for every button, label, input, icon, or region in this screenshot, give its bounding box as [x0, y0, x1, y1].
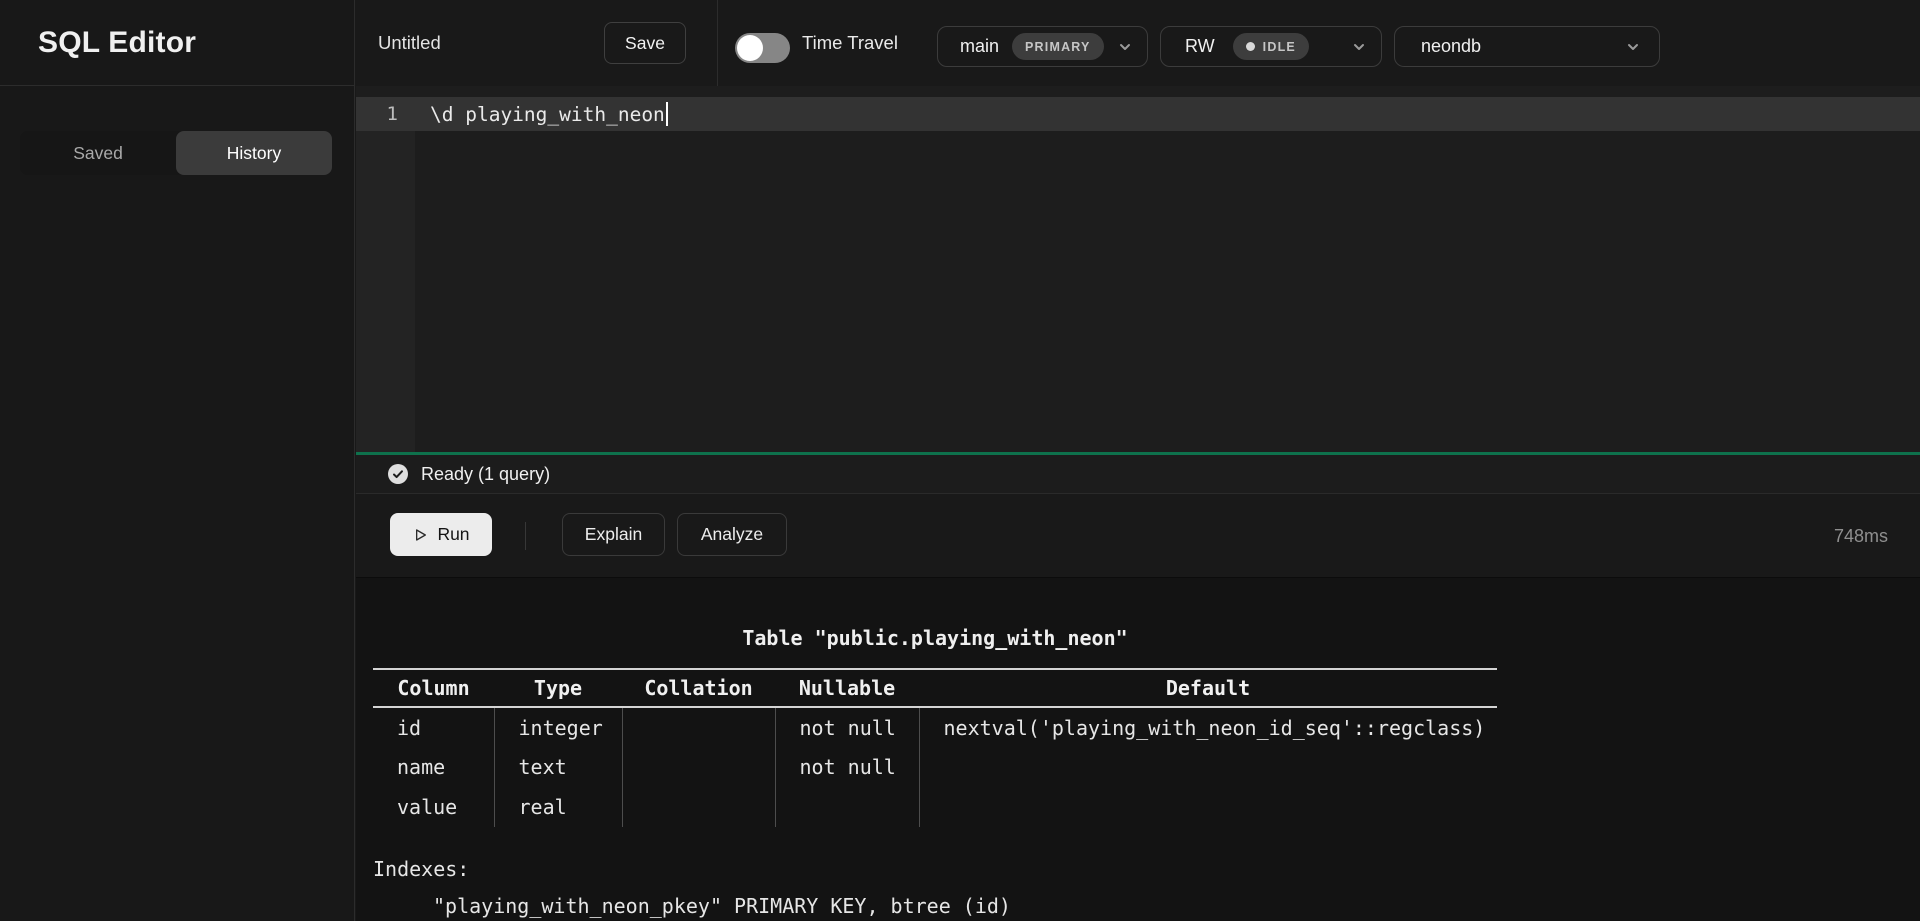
table-cell	[622, 747, 775, 787]
compute-selector[interactable]: RW IDLE	[1160, 26, 1382, 67]
column-header: Column	[373, 669, 494, 707]
text-caret	[666, 102, 668, 126]
results-panel: Table "public.playing_with_neon" Column …	[356, 578, 1920, 921]
chevron-down-icon	[1625, 39, 1641, 55]
branch-primary-badge: PRIMARY	[1012, 33, 1104, 60]
idle-status-dot-icon	[1246, 42, 1255, 51]
query-title: Untitled	[378, 0, 441, 86]
table-row: id integer not null nextval('playing_wit…	[373, 707, 1497, 747]
result-table: Column Type Collation Nullable Default i…	[373, 668, 1497, 827]
query-toolbar: Run Explain Analyze 748ms	[356, 495, 1920, 578]
play-icon	[412, 527, 428, 543]
query-duration: 748ms	[1834, 495, 1888, 578]
saved-history-tabs: Saved History	[20, 131, 332, 175]
table-cell	[919, 787, 1497, 827]
status-bar: Ready (1 query)	[356, 455, 1920, 494]
table-row: value real	[373, 787, 1497, 827]
save-button[interactable]: Save	[604, 22, 686, 64]
table-cell	[919, 747, 1497, 787]
table-cell: nextval('playing_with_neon_id_seq'::regc…	[919, 707, 1497, 747]
column-header: Type	[494, 669, 622, 707]
database-name: neondb	[1421, 36, 1481, 57]
result-table-title: Table "public.playing_with_neon"	[373, 628, 1497, 648]
explain-button[interactable]: Explain	[562, 513, 665, 556]
topbar: Untitled Save Time Travel main PRIMARY R…	[356, 0, 1920, 86]
tab-saved[interactable]: Saved	[20, 131, 176, 175]
analyze-button[interactable]: Analyze	[677, 513, 787, 556]
toolbar-separator	[525, 522, 526, 550]
compute-name: RW	[1185, 36, 1215, 57]
table-cell: name	[373, 747, 494, 787]
table-cell: not null	[775, 747, 919, 787]
topbar-divider	[717, 0, 718, 86]
main-panel: Untitled Save Time Travel main PRIMARY R…	[356, 0, 1920, 921]
table-cell: value	[373, 787, 494, 827]
code-text[interactable]: \d playing_with_neon	[430, 102, 668, 126]
code-editor[interactable]: 1 \d playing_with_neon	[356, 86, 1920, 452]
page-title: SQL Editor	[38, 26, 196, 60]
editor-current-line[interactable]: 1 \d playing_with_neon	[356, 97, 1920, 131]
indexes-label: Indexes:	[373, 851, 1920, 888]
branch-selector[interactable]: main PRIMARY	[937, 26, 1148, 67]
column-header: Nullable	[775, 669, 919, 707]
table-cell: text	[494, 747, 622, 787]
sidebar: SQL Editor Saved History	[0, 0, 355, 921]
table-cell	[622, 787, 775, 827]
table-cell	[622, 707, 775, 747]
tab-history[interactable]: History	[176, 131, 332, 175]
line-number-gutter	[356, 97, 415, 452]
branch-name: main	[960, 36, 999, 57]
table-cell: id	[373, 707, 494, 747]
chevron-down-icon	[1351, 39, 1367, 55]
toggle-knob-icon	[737, 35, 763, 61]
compute-status-text: IDLE	[1263, 40, 1296, 54]
chevron-down-icon	[1117, 39, 1133, 55]
column-header: Collation	[622, 669, 775, 707]
indexes-section: Indexes: "playing_with_neon_pkey" PRIMAR…	[373, 851, 1920, 921]
line-number: 1	[356, 103, 415, 125]
table-cell: not null	[775, 707, 919, 747]
sql-editor-app: SQL Editor Saved History Untitled Save T…	[0, 0, 1920, 921]
database-selector[interactable]: neondb	[1394, 26, 1660, 67]
run-label: Run	[437, 524, 469, 545]
column-header: Default	[919, 669, 1497, 707]
time-travel-label: Time Travel	[802, 0, 898, 86]
table-cell: integer	[494, 707, 622, 747]
check-circle-icon	[388, 464, 408, 484]
table-header-row: Column Type Collation Nullable Default	[373, 669, 1497, 707]
status-text: Ready (1 query)	[421, 464, 550, 485]
time-travel-toggle[interactable]	[735, 33, 790, 63]
run-button[interactable]: Run	[390, 513, 492, 556]
table-cell	[775, 787, 919, 827]
index-definition: "playing_with_neon_pkey" PRIMARY KEY, bt…	[373, 888, 1920, 921]
table-row: name text not null	[373, 747, 1497, 787]
sidebar-header: SQL Editor	[0, 0, 354, 86]
table-cell: real	[494, 787, 622, 827]
compute-status-badge: IDLE	[1233, 33, 1309, 60]
